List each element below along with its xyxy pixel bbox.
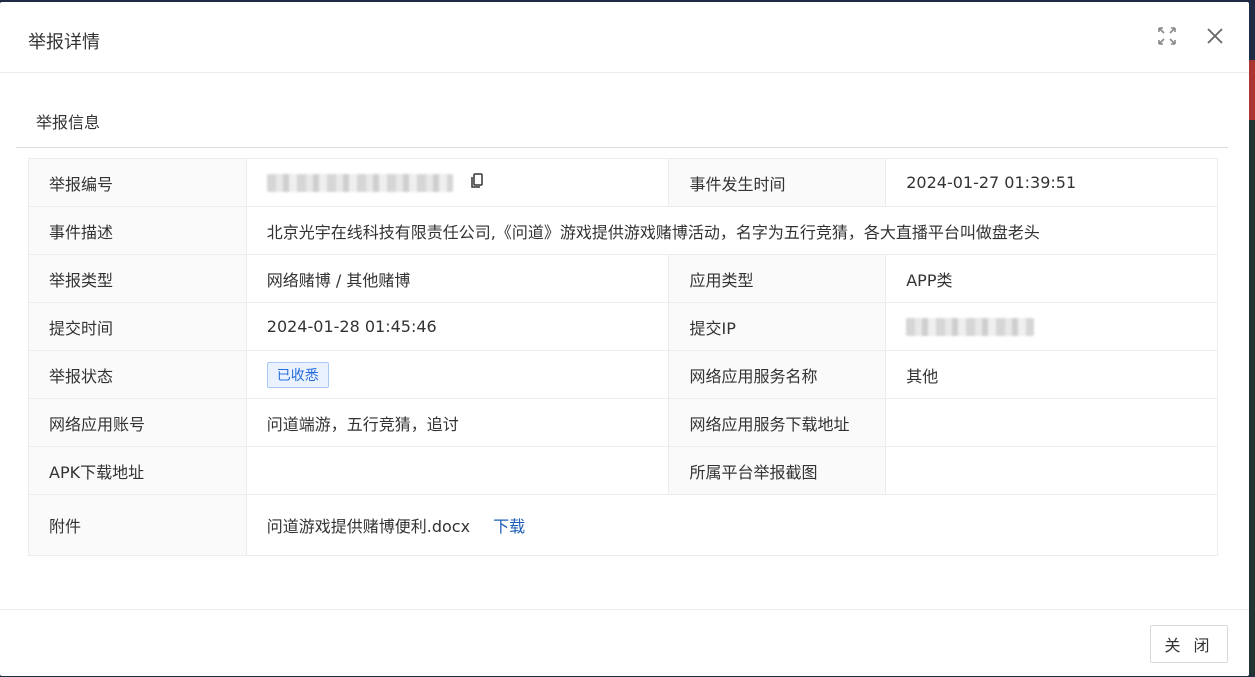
description-label: 事件描述 bbox=[28, 206, 247, 255]
submit-ip-label: 提交IP bbox=[668, 302, 887, 351]
table-row: 提交时间 2024-01-28 01:45:46 提交IP bbox=[28, 302, 1218, 351]
description-value: 北京光宇在线科技有限责任公司,《问道》游戏提供游戏赌博活动，名字为五行竞猜，各大… bbox=[245, 206, 1219, 255]
account-label: 网络应用账号 bbox=[28, 398, 247, 447]
status-badge: 已收悉 bbox=[266, 361, 329, 388]
report-details-table: 举报编号 事件发生时间 2024-01-27 01:39:51 事件描述 北京光… bbox=[28, 158, 1219, 556]
modal-header: 举报详情 bbox=[0, 2, 1249, 73]
table-row: 举报类型 网络赌博 / 其他赌博 应用类型 APP类 bbox=[28, 254, 1218, 303]
download-link[interactable]: 下载 bbox=[493, 517, 525, 536]
status-label: 举报状态 bbox=[28, 350, 247, 399]
event-time-label: 事件发生时间 bbox=[668, 158, 887, 207]
close-button[interactable] bbox=[1203, 24, 1227, 48]
modal-footer: 关 闭 bbox=[0, 609, 1249, 677]
service-download-label: 网络应用服务下载地址 bbox=[668, 398, 887, 447]
table-row: 举报状态 已收悉 网络应用服务名称 其他 bbox=[28, 350, 1218, 399]
attachment-label: 附件 bbox=[28, 494, 247, 556]
service-download-value bbox=[885, 398, 1218, 447]
account-value: 问道端游，五行竞猜，追讨 bbox=[245, 398, 670, 447]
table-row: 事件描述 北京光宇在线科技有限责任公司,《问道》游戏提供游戏赌博活动，名字为五行… bbox=[28, 206, 1219, 255]
event-time-value: 2024-01-27 01:39:51 bbox=[885, 158, 1218, 207]
modal-title: 举报详情 bbox=[28, 32, 100, 53]
service-name-value: 其他 bbox=[885, 350, 1218, 399]
attachment-value: 问道游戏提供赌博便利.docx 下载 bbox=[245, 494, 1219, 556]
table-row: APK下载地址 所属平台举报截图 bbox=[28, 446, 1218, 495]
redacted-report-id bbox=[266, 173, 453, 192]
screenshot-label: 所属平台举报截图 bbox=[668, 446, 887, 495]
report-type-label: 举报类型 bbox=[28, 254, 247, 303]
app-type-label: 应用类型 bbox=[668, 254, 887, 303]
report-detail-modal: 举报详情 举报信息 举报编号 事件发生时间 2024-01-27 01:39:5… bbox=[0, 2, 1249, 676]
copy-icon[interactable] bbox=[470, 173, 484, 193]
report-type-value: 网络赌博 / 其他赌博 bbox=[245, 254, 670, 303]
backdrop bbox=[1249, 60, 1255, 676]
table-row: 举报编号 事件发生时间 2024-01-27 01:39:51 bbox=[28, 158, 1218, 207]
close-icon bbox=[1203, 24, 1227, 48]
redacted-ip bbox=[906, 318, 1035, 337]
submit-time-label: 提交时间 bbox=[28, 302, 247, 351]
app-type-value: APP类 bbox=[885, 254, 1218, 303]
service-name-label: 网络应用服务名称 bbox=[668, 350, 887, 399]
close-footer-button[interactable]: 关 闭 bbox=[1150, 625, 1228, 663]
section-title: 举报信息 bbox=[36, 113, 101, 132]
fullscreen-button[interactable] bbox=[1155, 24, 1179, 48]
report-id-value bbox=[245, 158, 670, 207]
report-id-label: 举报编号 bbox=[28, 158, 247, 207]
fullscreen-icon bbox=[1155, 24, 1179, 48]
submit-time-value: 2024-01-28 01:45:46 bbox=[245, 302, 670, 351]
submit-ip-value bbox=[885, 302, 1218, 351]
screenshot-value bbox=[885, 446, 1218, 495]
table-row: 网络应用账号 问道端游，五行竞猜，追讨 网络应用服务下载地址 bbox=[28, 398, 1218, 447]
attachment-filename: 问道游戏提供赌博便利.docx bbox=[266, 517, 471, 536]
apk-value bbox=[245, 446, 670, 495]
status-value: 已收悉 bbox=[245, 350, 670, 399]
apk-label: APK下载地址 bbox=[28, 446, 247, 495]
table-row: 附件 问道游戏提供赌博便利.docx 下载 bbox=[28, 494, 1219, 556]
section-divider bbox=[16, 147, 1228, 148]
